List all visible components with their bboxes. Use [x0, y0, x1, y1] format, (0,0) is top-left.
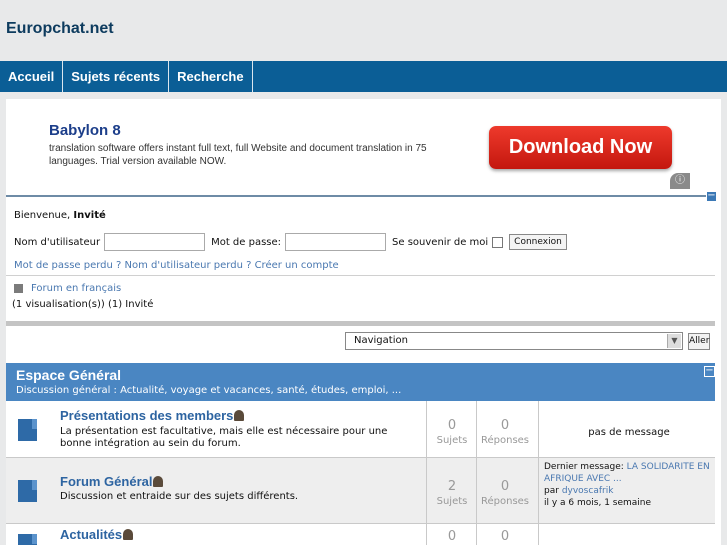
forum-title[interactable]: Présentations des members: [60, 408, 245, 423]
main-content: Babylon 8 translation software offers in…: [6, 99, 721, 545]
flag-icon: [14, 284, 23, 293]
chevron-down-icon[interactable]: ▼: [667, 334, 681, 348]
forum-row: Forum Général Discussion et entraide sur…: [6, 458, 715, 524]
replies-number: 0: [500, 479, 510, 494]
forum-title-text[interactable]: Présentations des members: [60, 408, 233, 423]
forum-description: Discussion et entraide sur des sujets di…: [60, 491, 299, 502]
forum-row: Présentations des members La présentatio…: [6, 401, 715, 458]
remember-checkbox[interactable]: [492, 236, 504, 248]
collapse-icon[interactable]: −: [706, 191, 717, 202]
forum-title-text[interactable]: Actualités: [60, 527, 122, 542]
go-button[interactable]: Aller: [688, 333, 710, 350]
ad-text: translation software offers instant full…: [49, 143, 427, 167]
password-input[interactable]: [285, 233, 387, 251]
viewers-count: (1 visualisation(s)) (1) Invité: [12, 299, 154, 310]
last-message-by: par: [544, 486, 559, 496]
replies-count: 0: [480, 529, 530, 544]
divider: [538, 458, 539, 523]
topics-number: 2: [447, 479, 457, 494]
replies-count: 0 Réponses: [480, 418, 530, 446]
forum-icon: [18, 480, 37, 502]
navigation-select[interactable]: Navigation ▼: [345, 332, 683, 350]
site-title[interactable]: Europchat.net: [6, 20, 114, 38]
forum-title[interactable]: Actualités: [60, 527, 134, 542]
login-form: Nom d'utilisateur Mot de passe: Se souve…: [14, 233, 567, 251]
password-label: Mot de passe:: [211, 236, 282, 248]
forum-lang-row: Forum en français: [14, 283, 121, 294]
divider: [538, 524, 539, 545]
replies-count: 0 Réponses: [480, 479, 530, 507]
topics-label: Sujets: [436, 496, 468, 507]
moderator-icon: [234, 410, 245, 421]
category-title[interactable]: Espace Général: [16, 367, 121, 383]
last-message-author[interactable]: dyvoscafrik: [562, 486, 614, 496]
topics-count: 0: [427, 529, 477, 544]
replies-label: Réponses: [480, 496, 530, 507]
forum-title[interactable]: Forum Général: [60, 474, 164, 489]
account-links[interactable]: Mot de passe perdu ? Nom d'utilisateur p…: [14, 260, 339, 271]
divider: [6, 275, 715, 276]
replies-label: Réponses: [480, 435, 530, 446]
topics-label: Sujets: [436, 435, 468, 446]
welcome-line: Bienvenue, Invité: [14, 210, 106, 221]
nav-accueil[interactable]: Accueil: [0, 61, 64, 92]
main-navbar: Accueil Sujets récents Recherche: [0, 61, 727, 92]
forum-icon: [18, 534, 37, 545]
username-input[interactable]: [104, 233, 206, 251]
category-description: Discussion général : Actualité, voyage e…: [16, 385, 402, 396]
last-message: Dernier message: LA SOLIDARITE EN AFRIQU…: [544, 461, 714, 509]
last-message-time: il y a 6 mois, 1 semaine: [544, 498, 652, 508]
topics-number: 0: [447, 418, 457, 433]
divider: [476, 524, 477, 545]
forum-title-text[interactable]: Forum Général: [60, 474, 152, 489]
navigation-select-value: Navigation: [354, 335, 408, 346]
login-button[interactable]: Connexion: [509, 234, 567, 250]
replies-number: 0: [500, 529, 510, 544]
category-header: Espace Général Discussion général : Actu…: [6, 363, 715, 401]
divider: [476, 458, 477, 523]
replies-number: 0: [500, 418, 510, 433]
topics-number: 0: [447, 529, 457, 544]
topics-count: 2 Sujets: [427, 479, 477, 507]
divider: [476, 401, 477, 457]
ad-banner[interactable]: Babylon 8 translation software offers in…: [28, 107, 690, 191]
separator-bar: [6, 321, 715, 326]
welcome-greeting: Bienvenue,: [14, 210, 71, 221]
moderator-icon: [153, 476, 164, 487]
nav-recherche[interactable]: Recherche: [169, 61, 253, 92]
topics-count: 0 Sujets: [427, 418, 477, 446]
forum-description: La présentation est facultative, mais el…: [60, 426, 388, 449]
last-message-prefix: Dernier message:: [544, 462, 624, 472]
welcome-user: Invité: [73, 210, 106, 221]
ad-title[interactable]: Babylon 8: [49, 122, 121, 139]
nav-sujets-recents[interactable]: Sujets récents: [63, 61, 170, 92]
remember-label: Se souvenir de moi: [392, 236, 489, 248]
forum-icon: [18, 419, 37, 441]
welcome-panel: − Bienvenue, Invité Nom d'utilisateur Mo…: [6, 191, 717, 322]
download-now-button[interactable]: Download Now: [489, 126, 672, 169]
last-message: pas de message: [588, 427, 670, 438]
collapse-icon[interactable]: −: [704, 366, 715, 377]
divider: [538, 401, 539, 457]
username-label: Nom d'utilisateur: [14, 236, 101, 248]
info-icon[interactable]: ⓘ: [670, 173, 690, 189]
forum-lang-link[interactable]: Forum en français: [31, 283, 121, 294]
moderator-icon: [123, 529, 134, 540]
forum-row: Actualités 0 0: [6, 524, 715, 545]
